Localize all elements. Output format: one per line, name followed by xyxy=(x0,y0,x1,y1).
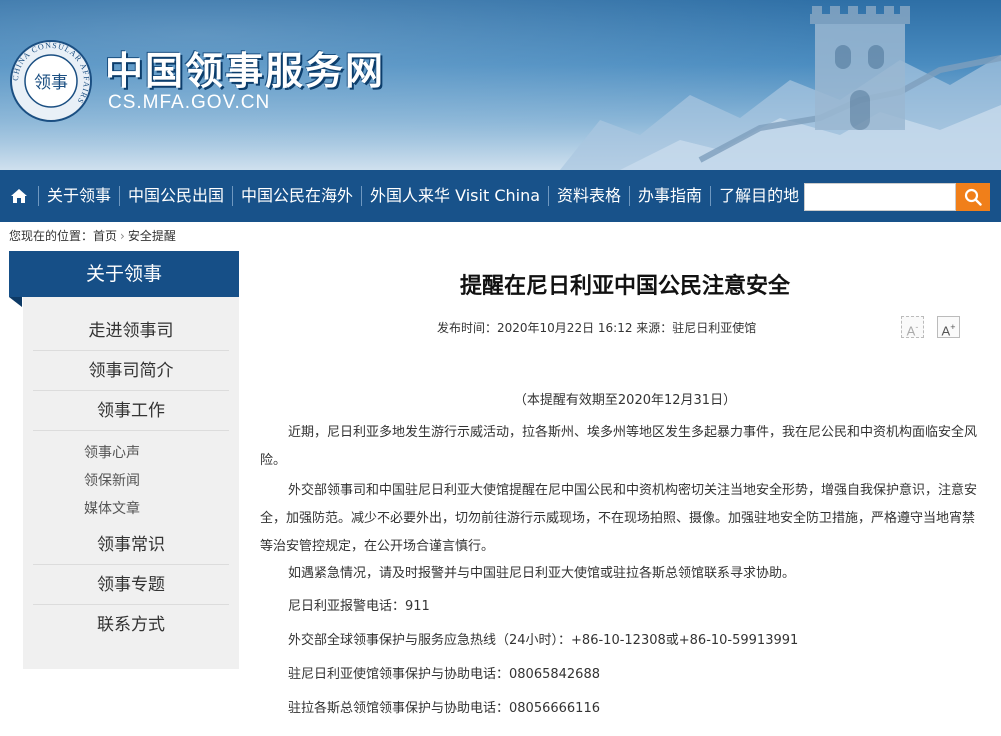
nav-item-citizens-overseas[interactable]: 中国公民在海外 xyxy=(232,186,361,206)
nav-item-citizens-abroad[interactable]: 中国公民出国 xyxy=(119,186,232,206)
chevron-right-icon: › xyxy=(120,229,125,243)
sidebar-menu: 走进领事司 领事司简介 领事工作 领事心声 领保新闻 媒体文章 领事常识 领事专… xyxy=(23,297,239,669)
sidebar-item-consular-work[interactable]: 领事工作 xyxy=(33,391,229,431)
article-paragraph: 外交部领事司和中国驻尼日利亚大使馆提醒在尼中国公民和中资机构密切关注当地安全形势… xyxy=(260,483,978,554)
font-increase-label: A xyxy=(941,323,951,339)
sidebar-item-consular-knowledge[interactable]: 领事常识 xyxy=(33,525,229,565)
article-validity-note: （本提醒有效期至2020年12月31日） xyxy=(513,393,737,408)
sidebar-item-consular-topics[interactable]: 领事专题 xyxy=(33,565,229,605)
font-decrease-button[interactable]: A- xyxy=(901,316,924,338)
main-nav: 关于领事 中国公民出国 中国公民在海外 外国人来华 Visit China 资料… xyxy=(0,170,1001,222)
article-paragraph: 近期，尼日利亚多地发生游行示威活动，拉各斯州、埃多州等地区发生多起暴力事件，我在… xyxy=(260,425,978,468)
site-domain: CS.MFA.GOV.CN xyxy=(108,92,271,113)
nav-item-about-consular[interactable]: 关于领事 xyxy=(38,186,119,206)
home-icon xyxy=(11,189,27,203)
breadcrumb-home-link[interactable]: 首页 xyxy=(93,228,117,244)
search-icon xyxy=(964,188,982,206)
sidebar-subitem-protection-news[interactable]: 领保新闻 xyxy=(84,470,140,490)
sidebar-title: 关于领事 xyxy=(9,251,239,307)
font-increase-button[interactable]: A+ xyxy=(937,316,960,338)
sidebar-item-department-profile[interactable]: 领事司简介 xyxy=(33,351,229,391)
search-button[interactable] xyxy=(956,183,990,211)
article-paragraph: 外交部全球领事保护与服务应急热线（24小时）：+86-10-12308或+86-… xyxy=(288,633,799,648)
article-meta: 发布时间：2020年10月22日 16:12 来源：驻尼日利亚使馆 xyxy=(437,321,757,335)
article-title: 提醒在尼日利亚中国公民注意安全 xyxy=(459,274,790,299)
nav-home-button[interactable] xyxy=(0,170,38,222)
nav-item-forms[interactable]: 资料表格 xyxy=(548,186,629,206)
nav-item-visit-china[interactable]: 外国人来华 Visit China xyxy=(361,186,548,206)
article-paragraph: 驻尼日利亚使馆领事保护与协助电话：08065842688 xyxy=(288,667,600,682)
consular-emblem-logo[interactable]: CHINA CONSULAR AFFAIRS 领事 xyxy=(10,40,92,122)
search-box xyxy=(804,183,956,211)
sidebar-item-about-department[interactable]: 走进领事司 xyxy=(33,311,229,351)
nav-item-destinations[interactable]: 了解目的地 xyxy=(710,186,807,206)
breadcrumb-prefix: 您现在的位置： xyxy=(9,229,94,243)
search-input[interactable] xyxy=(805,184,955,210)
sidebar-item-contact[interactable]: 联系方式 xyxy=(33,605,229,645)
site-banner: CHINA CONSULAR AFFAIRS 领事 中国领事服务网 CS.MFA… xyxy=(0,0,1001,170)
breadcrumb: 您现在的位置：首页 › 安全提醒 xyxy=(9,228,176,244)
article-paragraph: 如遇紧急情况，请及时报警并与中国驻尼日利亚大使馆或驻拉各斯总领馆联系寻求协助。 xyxy=(288,566,796,581)
sidebar-subitem-media-articles[interactable]: 媒体文章 xyxy=(84,498,140,518)
emblem-glyphs: 领事 xyxy=(34,73,68,93)
article-paragraph: 驻拉各斯总领馆领事保护与协助电话：08056666116 xyxy=(288,701,600,716)
article-paragraph: 尼日利亚报警电话：911 xyxy=(288,599,430,614)
nav-item-service-guide[interactable]: 办事指南 xyxy=(629,186,710,206)
breadcrumb-current[interactable]: 安全提醒 xyxy=(128,228,176,244)
site-title[interactable]: 中国领事服务网 xyxy=(105,40,385,95)
sidebar-subitem-consular-voices[interactable]: 领事心声 xyxy=(84,442,140,462)
